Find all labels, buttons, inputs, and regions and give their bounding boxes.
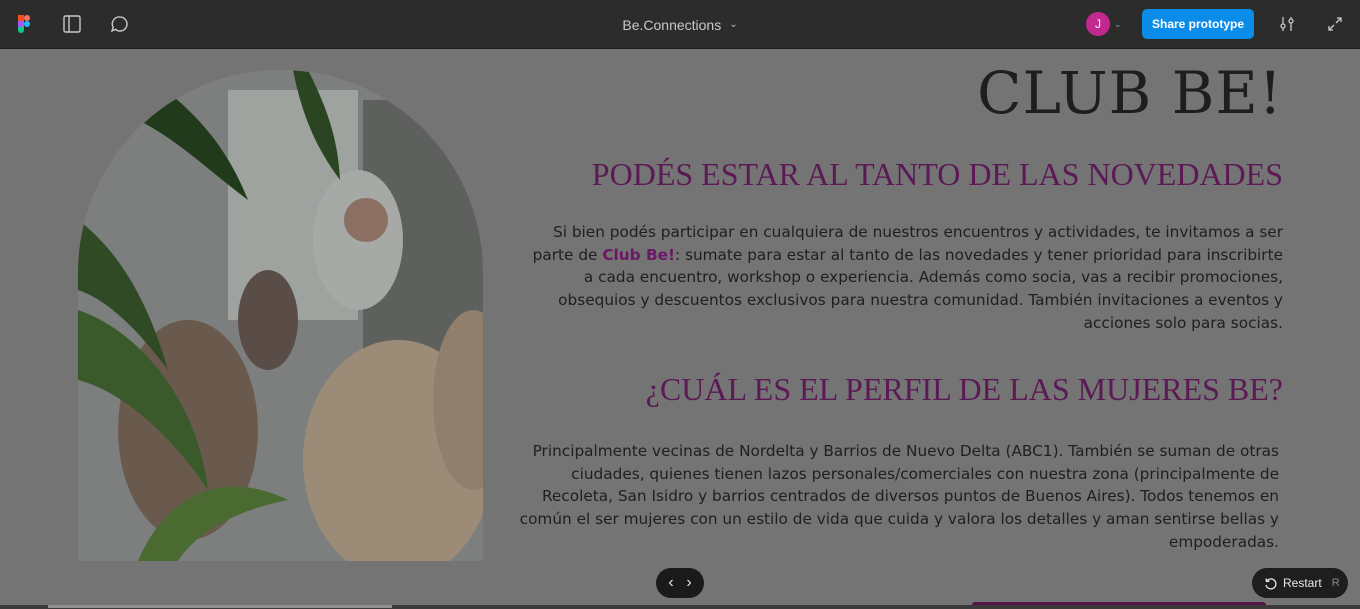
page-title: CLUB BE!	[977, 59, 1283, 127]
chevron-down-icon: ⌄	[729, 19, 738, 30]
file-title: Be.Connections	[622, 16, 722, 33]
community-photo	[78, 70, 483, 561]
club-be-highlight: Club Be!	[602, 245, 675, 264]
profile-heading: ¿CUÁL ES EL PERFIL DE LAS MUJERES BE?	[645, 371, 1283, 407]
toolbar: Be.Connections ⌄ J ⌄ Share prototype	[0, 0, 1360, 49]
news-heading: PODÉS ESTAR AL TANTO DE LAS NOVEDADES	[591, 156, 1283, 192]
figma-logo-icon[interactable]	[13, 13, 35, 35]
prototype-canvas: CLUB BE! PODÉS ESTAR AL TANTO DE LAS NOV…	[0, 49, 1360, 609]
scrollbar-thumb[interactable]	[48, 605, 392, 608]
user-menu[interactable]: J ⌄	[1086, 11, 1122, 37]
next-frame-button[interactable]: ›	[680, 574, 698, 592]
bottom-scrollbar[interactable]	[0, 605, 1360, 609]
frame-navigation: ‹ ›	[656, 568, 704, 598]
comment-icon[interactable]	[108, 13, 130, 35]
restart-shortcut: R	[1331, 577, 1340, 589]
profile-paragraph: Principalmente vecinas de Nordelta y Bar…	[519, 442, 1279, 551]
expand-icon[interactable]	[1324, 13, 1346, 35]
news-paragraph: Si bien podés participar en cualquiera d…	[523, 221, 1283, 335]
restart-button[interactable]: Restart R	[1252, 568, 1348, 598]
restart-icon	[1265, 577, 1277, 590]
previous-frame-button[interactable]: ‹	[662, 574, 680, 592]
settings-sliders-icon[interactable]	[1276, 13, 1298, 35]
chevron-down-icon: ⌄	[1114, 18, 1122, 29]
file-title-dropdown[interactable]: Be.Connections ⌄	[600, 0, 760, 49]
restart-label: Restart	[1283, 576, 1322, 590]
sidebar-toggle-icon[interactable]	[61, 13, 83, 35]
avatar: J	[1086, 12, 1110, 36]
share-prototype-button[interactable]: Share prototype	[1142, 9, 1254, 39]
